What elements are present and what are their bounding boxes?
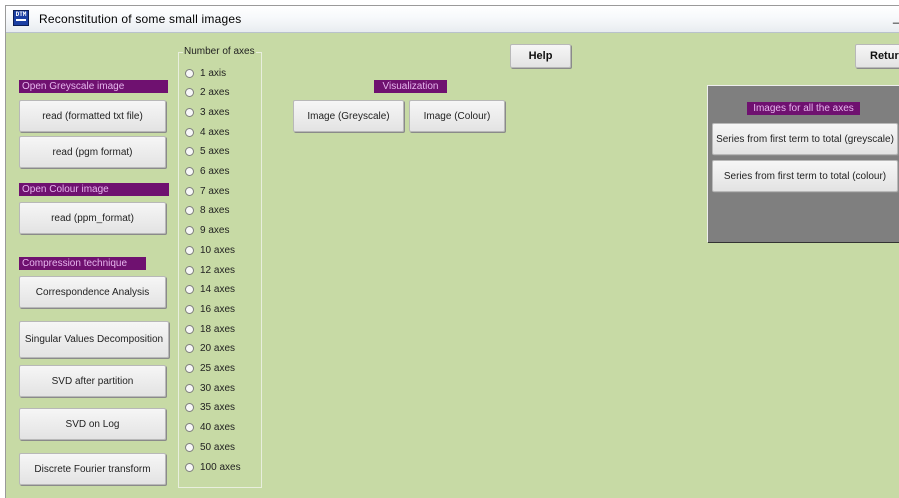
radio-circle-icon[interactable] bbox=[185, 88, 194, 98]
image-colour-button[interactable]: Image (Colour) bbox=[409, 100, 505, 132]
radio-circle-icon[interactable] bbox=[185, 383, 194, 393]
axes-option-label: 20 axes bbox=[200, 343, 236, 355]
svd-after-partition-button[interactable]: SVD after partition bbox=[19, 365, 166, 397]
radio-circle-icon[interactable] bbox=[185, 206, 194, 216]
read-ppm-button[interactable]: read (ppm_format) bbox=[19, 202, 166, 234]
axes-option-label: 4 axes bbox=[200, 126, 230, 138]
axes-option-4[interactable]: 4 axes bbox=[185, 125, 229, 139]
axes-option-label: 50 axes bbox=[200, 441, 236, 453]
axes-option-label: 40 axes bbox=[200, 422, 236, 434]
axes-option-10[interactable]: 10 axes bbox=[185, 243, 235, 257]
axes-option-14[interactable]: 14 axes bbox=[185, 283, 235, 297]
axes-option-18[interactable]: 18 axes bbox=[185, 322, 235, 336]
radio-circle-icon[interactable] bbox=[185, 107, 194, 117]
radio-circle-icon[interactable] bbox=[185, 127, 194, 137]
visualization-label: Visualization bbox=[374, 80, 447, 93]
radio-circle-icon[interactable] bbox=[185, 285, 194, 295]
read-pgm-button[interactable]: read (pgm format) bbox=[19, 136, 166, 168]
axes-option-label: 2 axes bbox=[200, 87, 230, 99]
axes-option-25[interactable]: 25 axes bbox=[185, 362, 235, 376]
axes-option-12[interactable]: 12 axes bbox=[185, 263, 235, 277]
discrete-fourier-transform-button[interactable]: Discrete Fourier transform bbox=[19, 453, 166, 485]
axes-option-label: 25 axes bbox=[200, 363, 236, 374]
radio-circle-icon[interactable] bbox=[185, 147, 194, 157]
images-for-all-axes-panel: Images for all the axes Series from firs… bbox=[707, 85, 899, 242]
series-colour-button[interactable]: Series from first term to total (colour) bbox=[712, 160, 898, 192]
axes-option-label: 5 axes bbox=[200, 146, 230, 158]
radio-circle-icon[interactable] bbox=[185, 226, 194, 236]
axes-option-8[interactable]: 8 axes bbox=[185, 204, 229, 218]
axes-option-9[interactable]: 9 axes bbox=[185, 224, 229, 238]
axes-option-label: 18 axes bbox=[200, 323, 236, 335]
app-icon-bar bbox=[16, 19, 26, 21]
radio-circle-icon[interactable] bbox=[185, 403, 194, 413]
radio-circle-icon[interactable] bbox=[185, 265, 194, 275]
radio-circle-icon[interactable] bbox=[185, 442, 194, 452]
axes-option-3[interactable]: 3 axes bbox=[185, 105, 229, 119]
radio-circle-icon[interactable] bbox=[185, 364, 194, 373]
axes-option-30[interactable]: 30 axes bbox=[185, 381, 235, 395]
axes-option-label: 9 axes bbox=[200, 225, 230, 237]
minimize-button[interactable]: _ bbox=[893, 10, 899, 28]
help-button[interactable]: Help bbox=[510, 44, 571, 68]
axes-option-label: 6 axes bbox=[200, 166, 230, 177]
axes-option-label: 100 axes bbox=[200, 461, 241, 473]
radio-circle-icon[interactable] bbox=[185, 186, 194, 196]
axes-option-1[interactable]: 1 axis bbox=[185, 66, 226, 80]
axes-option-6[interactable]: 6 axes bbox=[185, 165, 229, 179]
return-button[interactable]: Return bbox=[855, 44, 899, 68]
radio-circle-icon[interactable] bbox=[185, 304, 194, 314]
axes-option-20[interactable]: 20 axes bbox=[185, 342, 235, 356]
axes-option-label: 8 axes bbox=[200, 205, 230, 217]
open-greyscale-label: Open Greyscale image bbox=[19, 80, 168, 93]
axes-option-label: 30 axes bbox=[200, 382, 236, 394]
axes-option-100[interactable]: 100 axes bbox=[185, 460, 241, 474]
open-colour-label: Open Colour image bbox=[19, 183, 169, 196]
axes-option-label: 1 axis bbox=[200, 67, 227, 79]
images-for-all-axes-label: Images for all the axes bbox=[747, 102, 860, 115]
dtm-app-icon[interactable]: DTM bbox=[13, 10, 29, 26]
axes-option-label: 14 axes bbox=[200, 284, 236, 296]
window-title: Reconstitution of some small images bbox=[39, 12, 242, 26]
radio-circle-icon[interactable] bbox=[185, 167, 194, 176]
axes-option-2[interactable]: 2 axes bbox=[185, 86, 229, 100]
axes-option-40[interactable]: 40 axes bbox=[185, 421, 235, 435]
read-formatted-txt-button[interactable]: read (formatted txt file) bbox=[19, 100, 166, 132]
axes-option-label: 3 axes bbox=[200, 106, 230, 118]
axes-option-label: 16 axes bbox=[200, 303, 236, 315]
image-greyscale-button[interactable]: Image (Greyscale) bbox=[293, 100, 404, 132]
app-icon-text: DTM bbox=[15, 11, 27, 18]
radio-circle-icon[interactable] bbox=[185, 423, 194, 433]
radio-circle-icon[interactable] bbox=[185, 344, 194, 354]
number-of-axes-group: Number of axes 1 axis 2 axes 3 axes 4 axes 5… bbox=[178, 46, 262, 488]
correspondence-analysis-button[interactable]: Correspondence Analysis bbox=[19, 276, 166, 308]
number-of-axes-legend: Number of axes bbox=[183, 46, 256, 57]
main-window: DTM Reconstitution of some small images … bbox=[5, 5, 899, 498]
axes-option-label: 7 axes bbox=[200, 185, 230, 197]
radio-circle-icon[interactable] bbox=[185, 462, 194, 472]
series-greyscale-button[interactable]: Series from first term to total (greysca… bbox=[712, 123, 898, 155]
radio-circle-icon[interactable] bbox=[185, 245, 194, 255]
axes-option-7[interactable]: 7 axes bbox=[185, 184, 229, 198]
axes-option-label: 35 axes bbox=[200, 402, 236, 414]
axes-option-35[interactable]: 35 axes bbox=[185, 401, 235, 415]
svd-on-log-button[interactable]: SVD on Log bbox=[19, 408, 166, 440]
axes-option-16[interactable]: 16 axes bbox=[185, 302, 235, 316]
svd-button[interactable]: Singular Values Decomposition bbox=[19, 321, 169, 358]
axes-option-label: 12 axes bbox=[200, 264, 236, 276]
axes-option-50[interactable]: 50 axes bbox=[185, 440, 235, 454]
radio-circle-icon[interactable] bbox=[185, 68, 194, 78]
compression-technique-label: Compression technique bbox=[19, 257, 146, 270]
title-bar[interactable]: DTM Reconstitution of some small images … bbox=[6, 6, 899, 33]
axes-option-5[interactable]: 5 axes bbox=[185, 145, 229, 159]
radio-circle-icon[interactable] bbox=[185, 324, 194, 334]
axes-option-label: 10 axes bbox=[200, 244, 236, 256]
